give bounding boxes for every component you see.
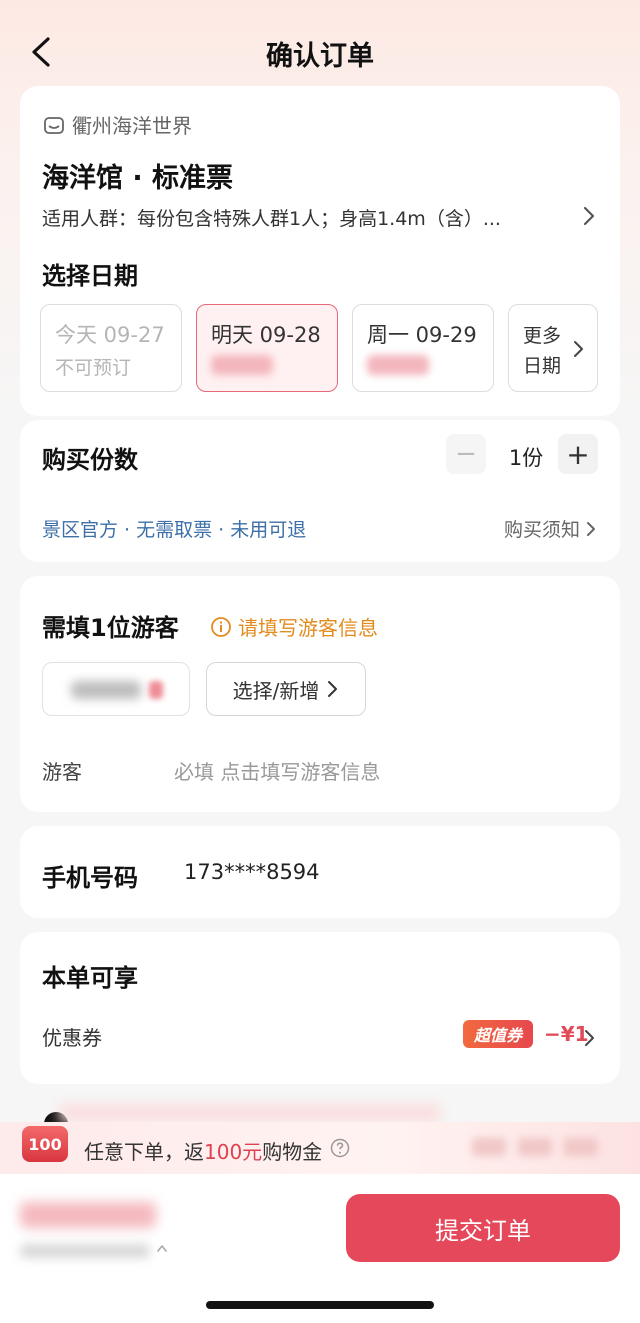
edit-icon	[149, 681, 163, 699]
chevron-right-icon	[328, 681, 338, 697]
more-dates-line2: 日期	[523, 355, 562, 377]
warning-text: 请填写游客信息	[238, 616, 378, 640]
ticket-title: 海洋馆 · 标准票	[42, 163, 234, 194]
benefits-card: 本单可享 优惠券 超值券 −¥1	[20, 932, 620, 1084]
promo-text: 任意下单，返100元购物金	[84, 1136, 322, 1165]
more-dates-line1: 更多	[523, 325, 562, 347]
home-indicator	[206, 1301, 434, 1309]
chevron-right-icon[interactable]	[582, 204, 596, 228]
page-title: 确认订单	[266, 41, 374, 72]
plus-button[interactable]: +	[558, 434, 598, 474]
phone-label: 手机号码	[42, 864, 138, 892]
date-option-date: 明天 09-28	[211, 323, 321, 347]
blurred-price	[367, 355, 429, 375]
saved-guest-chip[interactable]	[42, 662, 190, 716]
blurred-total-price	[20, 1202, 156, 1228]
quantity-value: 1份	[508, 446, 544, 470]
ticket-card: 衢州海洋世界 海洋馆 · 标准票 适用人群：每份包含特殊人群1人；身高1.4m（…	[20, 86, 620, 416]
phone-card: 手机号码 173****8594	[20, 826, 620, 918]
visitor-count-label: 需填1位游客	[42, 614, 179, 642]
submit-order-button[interactable]: 提交订单	[346, 1194, 620, 1262]
date-option-status: 不可预订	[55, 357, 132, 379]
venue-name: 衢州海洋世界	[72, 114, 192, 138]
obscured-content	[60, 1104, 440, 1122]
add-guest-label: 选择/新增	[232, 678, 320, 703]
blurred-price	[211, 355, 273, 375]
date-option-monday[interactable]: 周一 09-29	[352, 304, 494, 392]
minus-button[interactable]: −	[446, 434, 486, 474]
blurred-countdown	[472, 1138, 620, 1158]
nav-bar: 确认订单	[0, 0, 640, 100]
coupon-label: 优惠券	[42, 1026, 102, 1050]
info-icon	[211, 616, 231, 637]
feature-tags: 景区官方 · 无需取票 · 未用可退	[42, 519, 307, 541]
purchase-notice-link[interactable]: 购买须知	[504, 515, 596, 542]
date-option-date: 今天 09-27	[55, 323, 165, 347]
coupon-badge: 超值券	[463, 1020, 533, 1048]
audience-text[interactable]: 适用人群：每份包含特殊人群1人；身高1.4m（含）...	[42, 204, 562, 231]
chevron-up-icon[interactable]	[156, 1243, 168, 1253]
promo-text-after: 购物金	[262, 1140, 323, 1164]
date-option-date: 周一 09-29	[367, 323, 477, 347]
help-icon[interactable]	[330, 1138, 350, 1158]
promo-text-before: 任意下单，返	[84, 1140, 204, 1164]
select-add-guest-button[interactable]: 选择/新增	[206, 662, 366, 716]
phone-field[interactable]: 173****8594	[184, 860, 320, 884]
date-option-tomorrow[interactable]: 明天 09-28	[196, 304, 338, 392]
blurred-discount-detail	[20, 1244, 150, 1258]
select-date-label: 选择日期	[42, 262, 138, 290]
chevron-right-icon	[587, 521, 595, 536]
benefits-title: 本单可享	[42, 964, 138, 992]
promo-badge: 100	[22, 1126, 68, 1162]
chevron-right-icon	[574, 341, 583, 357]
more-dates-label: 更多 日期	[523, 321, 561, 381]
visitor-warning: 请填写游客信息	[210, 612, 378, 641]
more-dates-button[interactable]: 更多 日期	[508, 304, 598, 392]
chevron-right-icon[interactable]	[584, 1028, 596, 1048]
venue-icon	[44, 116, 64, 134]
coupon-value[interactable]: −¥1	[544, 1022, 589, 1046]
venue-row[interactable]: 衢州海洋世界	[42, 110, 192, 139]
guest-field-input[interactable]: 必填 点击填写游客信息	[174, 756, 380, 785]
date-option-today[interactable]: 今天 09-27 不可预订	[40, 304, 182, 392]
visitor-card: 需填1位游客 请填写游客信息 选择/新增 游客 必填 点击填写游客信息	[20, 576, 620, 812]
quantity-card: 购买份数 − 1份 + 景区官方 · 无需取票 · 未用可退 购买须知	[20, 420, 620, 562]
promo-highlight: 100元	[204, 1140, 263, 1164]
quantity-label: 购买份数	[42, 446, 138, 474]
guest-field-label: 游客	[42, 760, 82, 784]
blurred-guest-name	[71, 681, 141, 699]
notice-label: 购买须知	[503, 519, 580, 541]
